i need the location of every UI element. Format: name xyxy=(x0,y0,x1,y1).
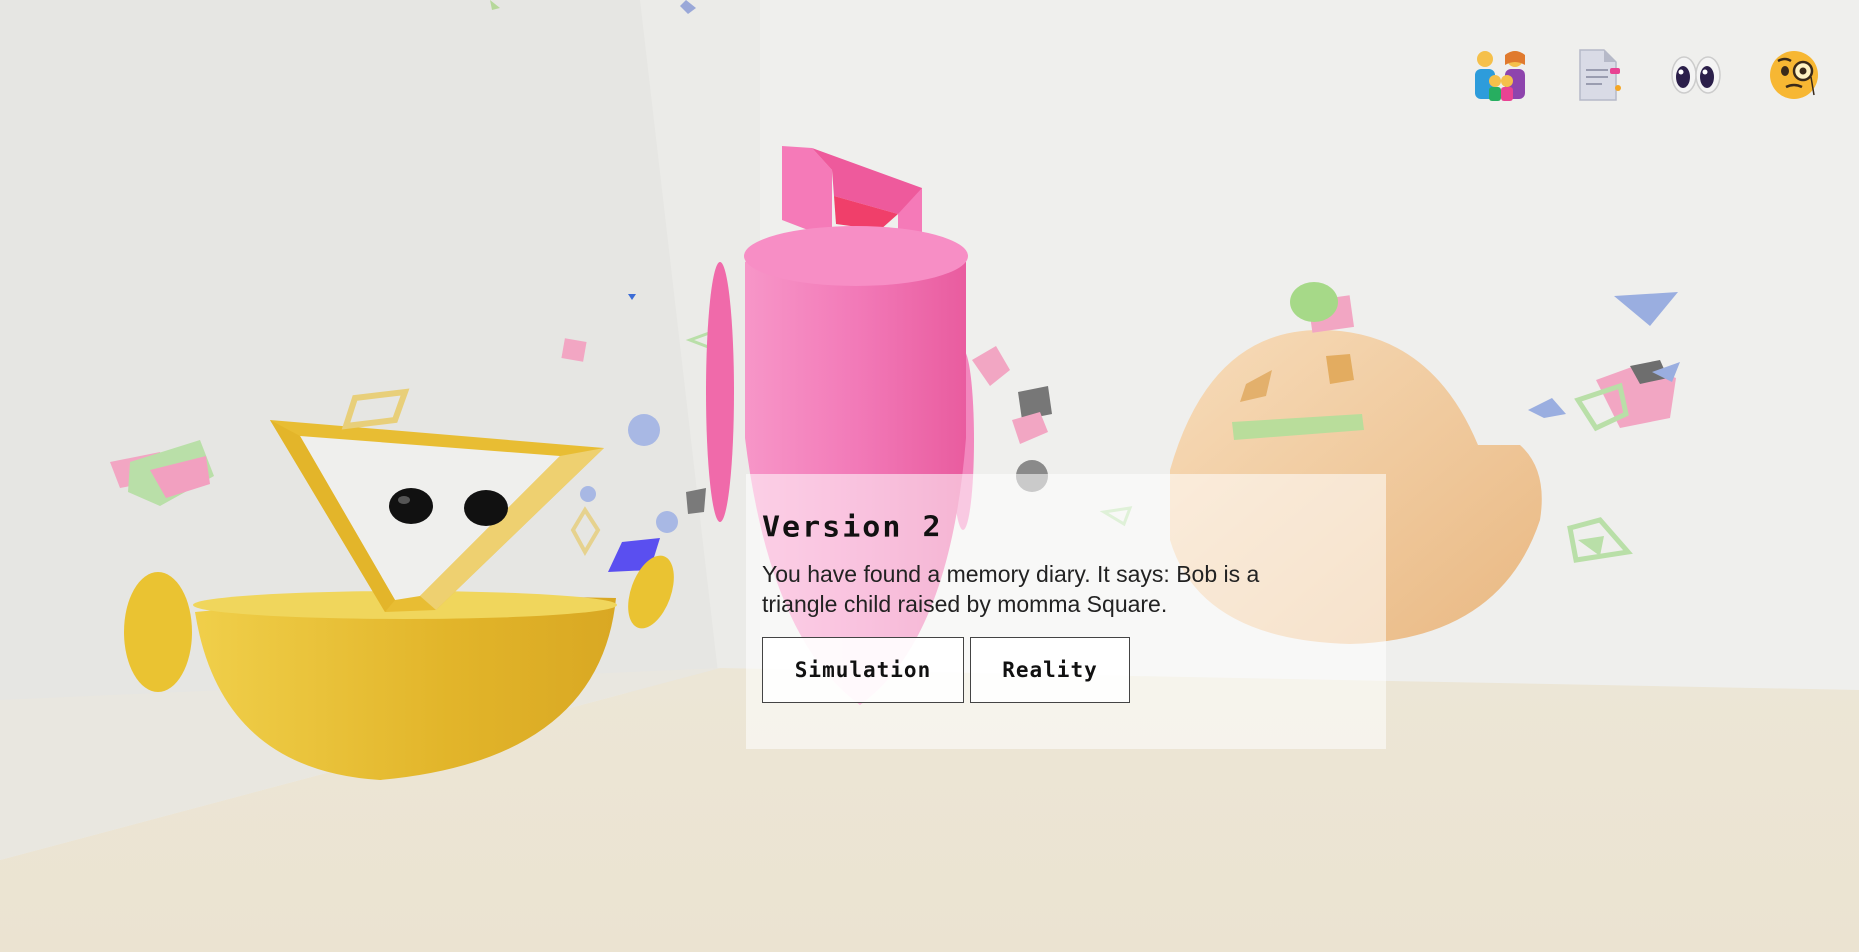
family-icon[interactable] xyxy=(1471,46,1529,104)
monocle-face-icon[interactable] xyxy=(1765,46,1823,104)
reality-button[interactable]: Reality xyxy=(970,637,1130,703)
memory-diary-dialog: Version 2 You have found a memory diary.… xyxy=(746,474,1386,749)
document-icon[interactable] xyxy=(1569,46,1627,104)
eyes-icon[interactable] xyxy=(1667,46,1725,104)
simulation-button[interactable]: Simulation xyxy=(762,637,964,703)
top-icon-bar xyxy=(1471,46,1823,104)
dialog-text: You have found a memory diary. It says: … xyxy=(762,561,1260,617)
dialog-title: Version 2 xyxy=(762,510,943,545)
choice-buttons: Simulation Reality xyxy=(762,637,1370,703)
